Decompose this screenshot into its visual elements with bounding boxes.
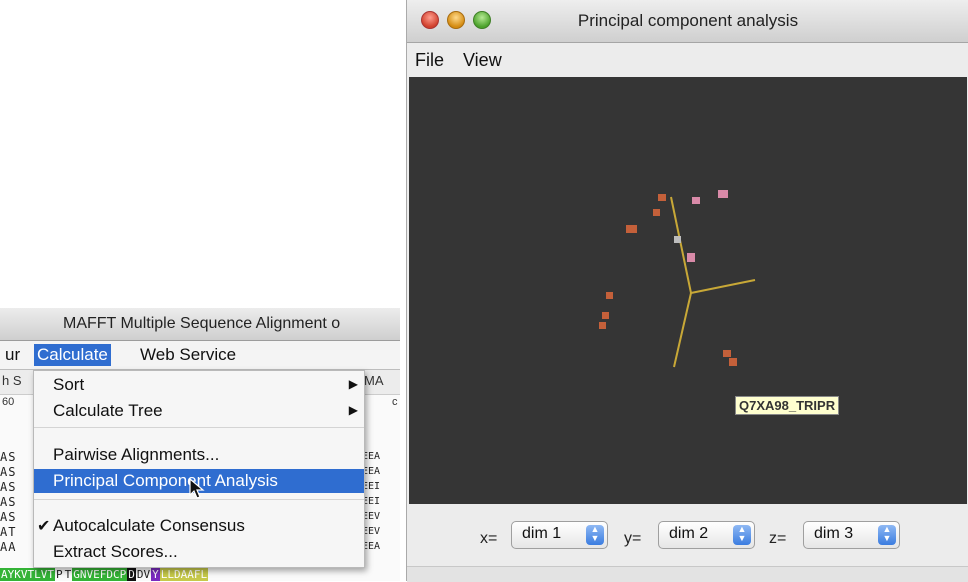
residue-block: T xyxy=(63,568,73,581)
menu-web-service[interactable]: Web Service xyxy=(137,344,239,366)
pca-point[interactable] xyxy=(723,350,731,357)
menu-item[interactable]: Sort ▶ xyxy=(34,373,364,397)
sequence-fragment-right: EEV xyxy=(362,526,381,537)
menu-item-label: Pairwise Alignments... xyxy=(53,445,220,464)
menu-separator xyxy=(34,427,364,428)
pca-point[interactable] xyxy=(602,312,609,319)
sequence-fragment-right: EEI xyxy=(362,496,381,507)
submenu-arrow-icon: ▶ xyxy=(348,377,358,391)
residue-block: Y xyxy=(151,568,160,581)
toolbar-right-fragment: MA xyxy=(364,373,384,388)
menu-item[interactable]: Calculate Tree ▶ xyxy=(34,399,364,423)
residue-block: D xyxy=(127,568,136,581)
pca-window-title: Principal component analysis xyxy=(577,11,799,30)
x-axis-label: x= xyxy=(480,530,498,547)
sequence-fragment-right: EEA xyxy=(362,466,381,477)
y-dimension-value: dim 2 xyxy=(669,525,709,542)
ruler-right-label: c xyxy=(392,396,398,408)
pca-point[interactable] xyxy=(692,197,700,204)
alignment-window-titlebar[interactable]: MAFFT Multiple Sequence Alignment o xyxy=(0,308,400,341)
menu-item-label: Extract Scores... xyxy=(53,542,178,561)
calculate-dropdown-menu: Sort ▶ Calculate Tree ▶ Pairwise Alignments.… xyxy=(33,370,365,568)
residue-block: GNVEFDCP xyxy=(72,568,128,581)
checkmark-icon: ✔ xyxy=(37,518,51,535)
pca-menubar: File View xyxy=(407,43,968,73)
y-dimension-stepper-icon[interactable]: ▲ ▼ xyxy=(733,525,751,545)
alignment-window-title: MAFFT Multiple Sequence Alignment o xyxy=(63,315,341,332)
sequence-row: AYKVTLVT P T GNVEFDCP D DV Y LLDAAFL xyxy=(0,568,400,581)
menu-item-label: Principal Component Analysis xyxy=(53,471,278,490)
x-dimension-value: dim 1 xyxy=(522,525,562,542)
menu-item[interactable]: Extract Scores... xyxy=(34,540,364,564)
pca-point[interactable] xyxy=(687,253,695,262)
mouse-cursor-icon xyxy=(189,478,205,499)
ruler-left-label: 60 xyxy=(2,396,15,408)
x-dimension-select[interactable]: dim 1 ▲ ▼ xyxy=(511,521,608,549)
pca-window: Principal component analysis File View Q… xyxy=(406,0,968,582)
pca-titlebar[interactable]: Principal component analysis xyxy=(407,0,968,43)
menu-item-label: Autocalculate Consensus xyxy=(53,516,245,535)
point-tooltip: Q7XA98_TRIPR xyxy=(735,396,840,415)
pca-axis-right xyxy=(690,279,756,294)
menu-item-label: Sort xyxy=(53,375,85,394)
pca-3d-plot[interactable]: Q7XA98_TRIPR xyxy=(409,77,967,504)
y-axis-label: y= xyxy=(624,530,642,547)
pca-axis-up xyxy=(670,196,692,294)
pca-point[interactable] xyxy=(599,322,606,329)
menu-view[interactable]: View xyxy=(463,50,502,71)
toolbar-left-fragment: h S xyxy=(2,373,22,388)
sequence-fragment-right: EEA xyxy=(362,451,381,462)
pca-point[interactable] xyxy=(653,209,660,216)
x-dimension-stepper-icon[interactable]: ▲ ▼ xyxy=(586,525,604,545)
alignment-menubar: ur Calculate Web Service xyxy=(0,341,400,370)
menu-calculate[interactable]: Calculate xyxy=(34,344,111,366)
z-dimension-stepper-icon[interactable]: ▲ ▼ xyxy=(878,525,896,545)
residue-block: P xyxy=(54,568,64,581)
pca-point[interactable] xyxy=(729,358,737,366)
y-dimension-select[interactable]: dim 2 ▲ ▼ xyxy=(658,521,755,549)
pca-axis-controls: x= dim 1 ▲ ▼ y= dim 2 ▲ ▼ z= dim 3 ▲ ▼ xyxy=(407,508,968,570)
menu-item-label: Calculate Tree xyxy=(53,401,163,420)
pca-resize-strip xyxy=(407,566,968,582)
pca-point[interactable] xyxy=(626,225,637,233)
pca-point[interactable] xyxy=(718,190,728,198)
z-dimension-select[interactable]: dim 3 ▲ ▼ xyxy=(803,521,900,549)
pca-plot-svg[interactable] xyxy=(409,77,967,504)
pca-point[interactable] xyxy=(606,292,613,299)
menu-item[interactable]: Pairwise Alignments... xyxy=(34,443,364,467)
sequence-fragment-right: EEV xyxy=(362,511,381,522)
z-dimension-value: dim 3 xyxy=(814,525,854,542)
pca-point[interactable] xyxy=(674,236,681,243)
pca-axis-down xyxy=(673,292,692,368)
menu-file[interactable]: File xyxy=(415,50,444,71)
z-axis-label: z= xyxy=(769,530,787,547)
pca-point[interactable] xyxy=(658,194,666,201)
sequence-fragment-right: EEI xyxy=(362,481,381,492)
residue-block: AYKVTLVT xyxy=(0,568,55,581)
menu-item[interactable]: ✔ Autocalculate Consensus xyxy=(34,514,364,538)
submenu-arrow-icon: ▶ xyxy=(348,403,358,417)
residue-block: DV xyxy=(135,568,152,581)
residue-block: LLDAAFL xyxy=(159,568,209,581)
sequence-fragment-right: EEA xyxy=(362,541,381,552)
menu-previous-fragment[interactable]: ur xyxy=(2,344,23,366)
